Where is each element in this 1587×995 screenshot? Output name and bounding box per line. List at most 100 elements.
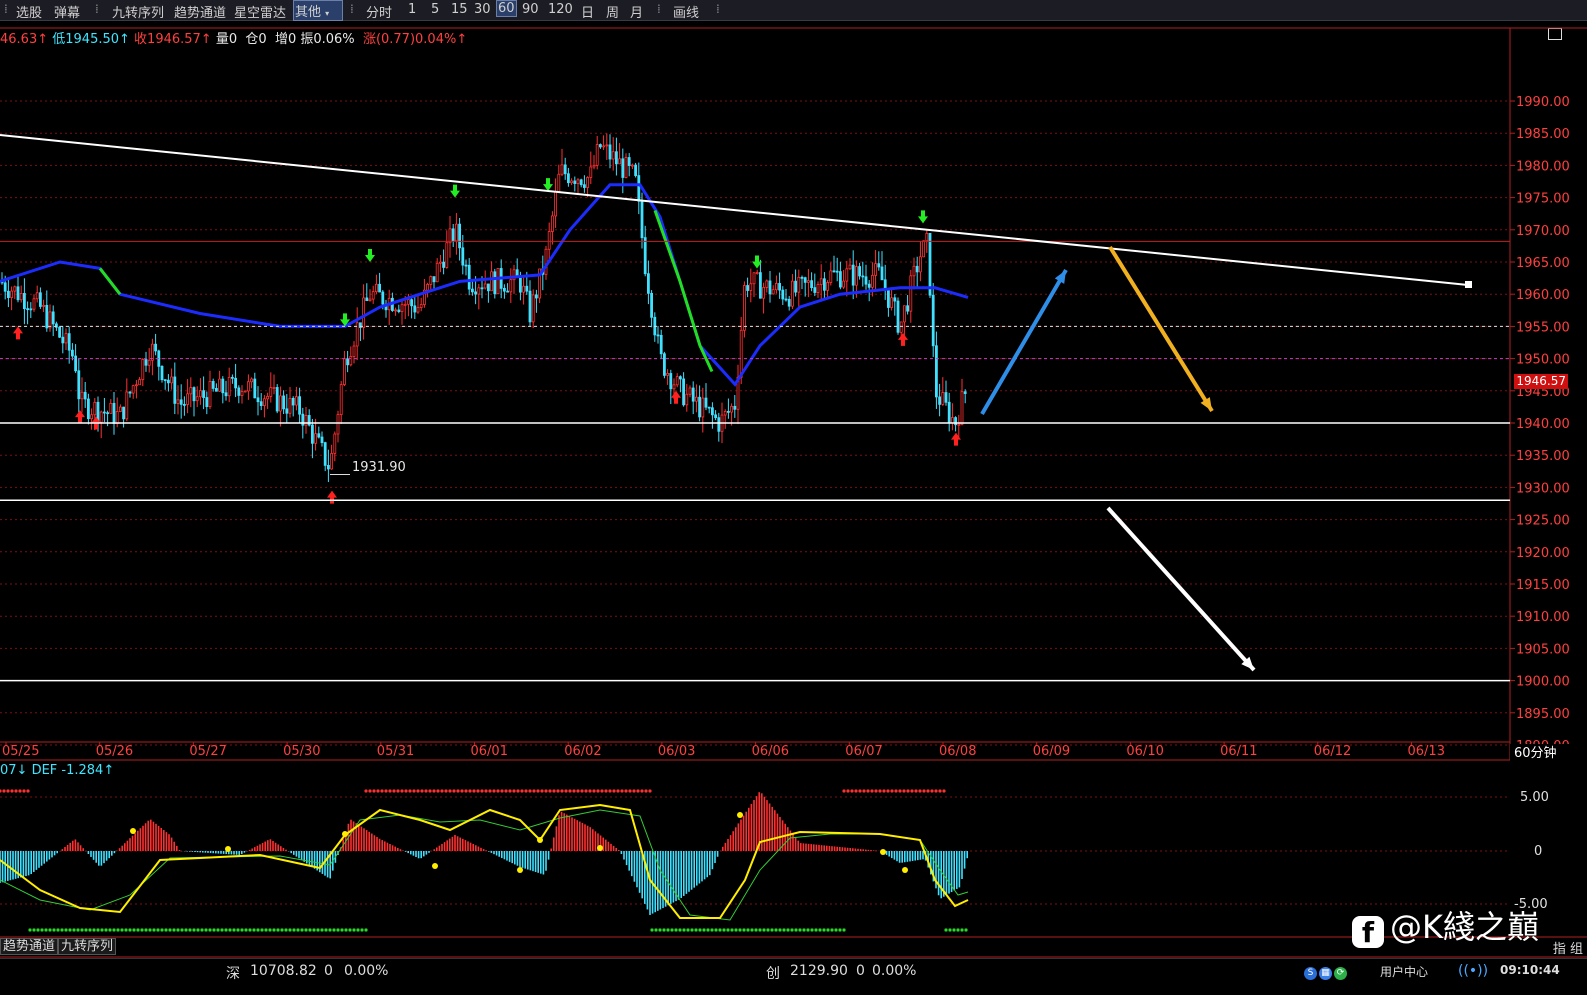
cross-marker (537, 837, 543, 843)
bull-band-dot (14, 789, 18, 793)
signal-icon: ((•)) (1458, 963, 1489, 979)
candle-body (83, 391, 87, 400)
candle-body (371, 291, 375, 300)
bull-band-dot (476, 789, 480, 793)
candle-body (586, 177, 589, 188)
bear-band-dot (356, 928, 360, 932)
main-chart[interactable]: 1990.00 1985.00 1980.00 1975.00 1970.00 1965.… (0, 0, 1587, 994)
dif-line (0, 803, 969, 919)
refresh-icon[interactable]: ⟳ (1334, 967, 1347, 980)
candle-body (400, 304, 404, 312)
candle-body (605, 144, 609, 147)
bull-band-dot (592, 789, 596, 793)
cross-marker (342, 831, 348, 837)
candle-body (525, 285, 529, 292)
candle-body (871, 275, 874, 288)
bear-band-dot (68, 928, 72, 932)
cross-marker (432, 863, 438, 869)
bear-band-dot (952, 928, 956, 932)
candle-body (502, 287, 506, 292)
bear-band-dot (714, 928, 718, 932)
bear-band-dot (84, 928, 88, 932)
candle-body (397, 309, 401, 312)
candle-body (87, 398, 90, 420)
candle-body (947, 401, 951, 424)
cross-marker (880, 849, 886, 855)
price-axis-label: 1970.00 (1516, 224, 1570, 239)
s-icon[interactable]: S (1304, 967, 1317, 980)
status-icons: S ▦ ⟳ (1304, 963, 1349, 980)
user-center-link[interactable]: 用户中心 (1380, 963, 1428, 980)
bear-band-dot (100, 928, 104, 932)
candle-body (67, 333, 71, 351)
bear-band-dot (308, 928, 312, 932)
candle-body (663, 353, 666, 376)
indicator-group-button[interactable]: 指 组 (1553, 938, 1583, 957)
candle-body (711, 407, 714, 416)
bear-band-dot (264, 928, 268, 932)
indicator-info: 07↓ DEF -1.284↑ (0, 763, 114, 778)
candle-body (701, 397, 705, 418)
candle-body (618, 158, 621, 165)
candle-body (205, 397, 209, 407)
candle-body (784, 298, 788, 301)
candle-body (285, 408, 289, 414)
bull-band-dot (568, 789, 572, 793)
candle-body (874, 263, 877, 276)
date-axis-label: 05/25 (2, 744, 39, 759)
bear-band-dot (702, 928, 706, 932)
candle-body (403, 303, 407, 306)
indicator-def-label: DEF -1.284↑ (31, 763, 115, 778)
candle-body (573, 180, 577, 184)
candle-body (166, 379, 170, 384)
arrow-shaft (980, 268, 1068, 416)
candle-body (464, 264, 468, 267)
bear-band-dot (224, 928, 228, 932)
candle-body (416, 307, 420, 313)
candle-body (522, 285, 525, 293)
candle-body (906, 305, 909, 312)
cross-marker (225, 846, 231, 852)
candle-body (931, 294, 935, 347)
candle-body (154, 343, 158, 352)
candle-body (960, 391, 964, 425)
buy-signal-icon (671, 390, 681, 404)
bear-band-dot (340, 928, 344, 932)
candle-body (93, 401, 97, 416)
bear-band-dot (184, 928, 188, 932)
bear-band-dot (172, 928, 176, 932)
bear-band-dot (32, 928, 36, 932)
bear-band-dot (762, 928, 766, 932)
bear-band-dot (682, 928, 686, 932)
bull-band-dot (380, 789, 384, 793)
bear-band-dot (148, 928, 152, 932)
candle-body (755, 272, 759, 274)
candle-body (749, 283, 753, 291)
candle-body (608, 144, 612, 160)
bull-band-dot (456, 789, 460, 793)
bear-band-dot (64, 928, 68, 932)
tab-nine-turn[interactable]: 九转序列 (58, 938, 117, 955)
candle-body (365, 297, 369, 302)
bear-band-dot (786, 928, 790, 932)
candle-body (951, 417, 954, 424)
chart-icon[interactable]: ▦ (1319, 967, 1332, 980)
date-axis-label: 06/02 (564, 744, 601, 759)
candle-body (771, 289, 775, 295)
candle-body (461, 247, 465, 266)
date-axis-label: 05/30 (283, 744, 320, 759)
bear-band-dot (718, 928, 722, 932)
bull-band-dot (874, 789, 878, 793)
candle-body (807, 280, 810, 283)
bull-band-dot (10, 789, 14, 793)
bull-band-dot (392, 789, 396, 793)
bear-band-dot (802, 928, 806, 932)
candle-body (810, 280, 813, 289)
bear-band-dot (76, 928, 80, 932)
candle-body (246, 381, 250, 392)
tab-trend-channel[interactable]: 趋势通道 (0, 938, 59, 955)
candle-body (925, 232, 929, 242)
candle-body (858, 266, 861, 277)
candle-body (650, 292, 653, 318)
candle-body (269, 387, 273, 397)
